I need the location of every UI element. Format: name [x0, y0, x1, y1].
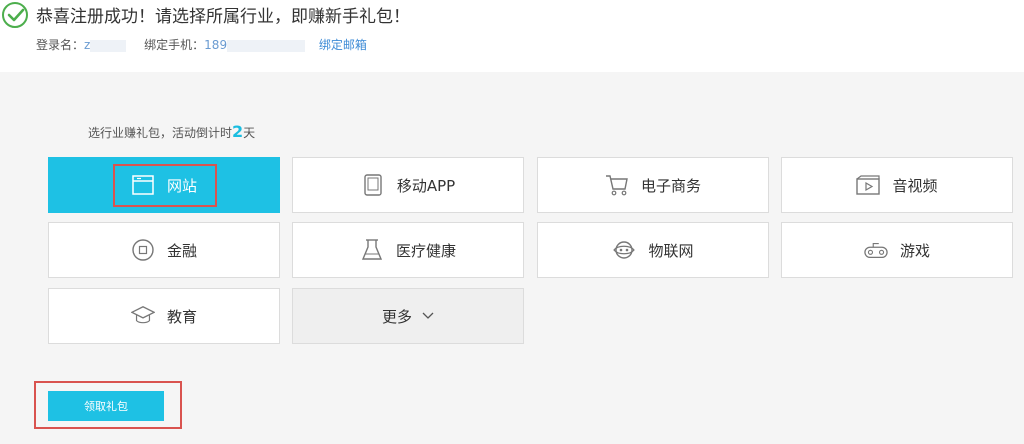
industry-tile-mobile-app[interactable]: 移动APP [292, 157, 524, 213]
hint-prefix: 选行业赚礼包，活动倒计时 [88, 126, 233, 140]
tablet-icon [361, 173, 385, 197]
more-industries-button[interactable]: 更多 [292, 288, 524, 344]
countdown-days: 2 [232, 122, 244, 141]
industry-tile-finance[interactable]: 金融 [48, 222, 280, 278]
more-label: 更多 [381, 307, 412, 326]
login-label: 登录名： [36, 38, 85, 52]
industry-label: 网站 [166, 176, 197, 195]
industry-tile-website[interactable]: 网站 [48, 157, 280, 213]
hint-suffix: 天 [243, 126, 256, 140]
industry-label: 音视频 [892, 176, 938, 195]
industry-label: 游戏 [899, 241, 930, 260]
industry-label: 医疗健康 [395, 241, 456, 260]
iot-globe-icon [612, 238, 636, 262]
industry-tile-games[interactable]: 游戏 [781, 222, 1013, 278]
industry-tile-audio-video[interactable]: 音视频 [781, 157, 1013, 213]
masked-login [90, 39, 127, 52]
industry-tile-iot[interactable]: 物联网 [537, 222, 769, 278]
industry-label: 移动APP [396, 176, 456, 195]
phone-value: 189 [204, 38, 228, 52]
claim-gift-button[interactable]: 领取礼包 [48, 391, 164, 421]
video-player-icon [856, 173, 881, 197]
chevron-down-icon [422, 312, 434, 320]
bind-email-link[interactable]: 绑定邮箱 [319, 38, 367, 52]
industry-tile-education[interactable]: 教育 [48, 288, 280, 344]
industry-label: 金融 [166, 241, 197, 260]
header-panel: 恭喜注册成功！请选择所属行业，即赚新手礼包！ 登录名：z 绑定手机：189 绑定… [0, 0, 1024, 72]
industry-tile-ecommerce[interactable]: 电子商务 [537, 157, 769, 213]
success-check-icon [2, 2, 28, 28]
flask-icon [360, 238, 384, 262]
claim-highlight-box: 领取礼包 [34, 381, 182, 429]
coin-icon [131, 238, 155, 262]
masked-phone [227, 39, 306, 52]
shopping-cart-icon [605, 173, 629, 197]
industry-label: 电子商务 [640, 176, 701, 195]
browser-window-icon [131, 173, 155, 197]
gamepad-icon [864, 238, 888, 262]
graduation-cap-icon [130, 304, 155, 328]
industry-label: 物联网 [648, 241, 694, 260]
countdown-hint: 选行业赚礼包，活动倒计时2天 [88, 122, 255, 141]
industry-tile-healthcare[interactable]: 医疗健康 [292, 222, 524, 278]
account-info: 登录名：z 绑定手机：189 绑定邮箱 [36, 36, 367, 54]
phone-label: 绑定手机： [144, 38, 205, 52]
industry-label: 教育 [166, 307, 197, 326]
success-headline: 恭喜注册成功！请选择所属行业，即赚新手礼包！ [36, 7, 410, 27]
